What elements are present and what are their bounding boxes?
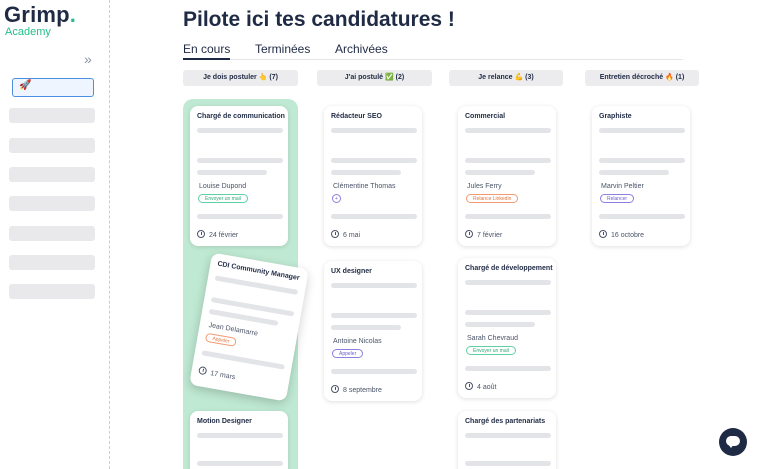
contact-name: Antoine Nicolas — [333, 338, 382, 345]
placeholder-line — [465, 128, 551, 133]
chat-bubble-icon[interactable] — [719, 428, 747, 456]
deadline: 8 septembre — [331, 385, 382, 394]
card-title: Chargé des partenariats — [465, 418, 546, 425]
contact-name: Sarah Chevraud — [467, 335, 518, 342]
placeholder-line — [197, 461, 283, 466]
placeholder-line — [465, 310, 551, 315]
application-card[interactable]: Graphiste Marvin Peltier Relancer 16 oct… — [592, 106, 690, 246]
action-tag[interactable]: Relancer — [600, 194, 635, 203]
contact-name: Louise Dupond — [199, 183, 247, 190]
rocket-icon: 🚀 — [19, 80, 32, 91]
application-card[interactable]: Commercial Jules Ferry Relance Linkedin … — [458, 106, 556, 246]
double-chevron-right-icon[interactable]: » — [84, 52, 92, 66]
sidebar-item-placeholder[interactable] — [9, 284, 95, 299]
brand-sub: Academy — [5, 26, 51, 38]
sidebar-item-placeholder[interactable] — [9, 255, 95, 270]
add-action-button[interactable]: + — [332, 194, 341, 203]
sidebar-item-placeholder[interactable] — [9, 167, 95, 182]
sidebar-item-applications[interactable]: 🚀 — [12, 78, 94, 97]
clock-icon — [198, 365, 208, 376]
placeholder-line — [465, 170, 535, 175]
placeholder-line — [465, 366, 551, 371]
placeholder-line — [465, 158, 551, 163]
application-card[interactable]: Motion Designer — [190, 411, 288, 469]
clock-icon — [465, 230, 473, 238]
card-title: Commercial — [465, 113, 506, 120]
deadline: 24 février — [197, 230, 238, 239]
card-title: Chargé de communication — [197, 113, 285, 120]
tab-en-cours[interactable]: En cours — [183, 42, 231, 60]
action-tag[interactable]: Appeler — [204, 332, 238, 347]
deadline: 4 août — [465, 382, 496, 391]
placeholder-line — [197, 170, 267, 175]
placeholder-line — [331, 170, 401, 175]
placeholder-line — [331, 128, 417, 133]
placeholder-line — [331, 325, 401, 330]
placeholder-line — [465, 433, 551, 438]
deadline: 6 mai — [331, 230, 360, 239]
tab-bar: En cours Terminées Archivées — [183, 42, 683, 60]
deadline: 7 février — [465, 230, 502, 239]
action-tag[interactable]: Appeler — [332, 349, 364, 358]
card-title: Graphiste — [599, 113, 632, 120]
sidebar-item-placeholder[interactable] — [9, 226, 95, 241]
clock-icon — [331, 385, 339, 393]
placeholder-line — [465, 322, 535, 327]
placeholder-line — [331, 283, 417, 288]
action-tag[interactable]: Relance Linkedin — [466, 194, 519, 203]
app-root: Grimp. Academy » 🚀 Pilote ici tes candid… — [0, 0, 758, 469]
clock-icon — [465, 382, 473, 390]
column-header-follow-up[interactable]: Je relance 💪 (3) — [449, 70, 563, 86]
deadline: 17 mars — [198, 365, 236, 381]
column-header-interview[interactable]: Entretien décroché 🔥 (1) — [585, 70, 699, 86]
page-title: Pilote ici tes candidatures ! — [183, 8, 455, 31]
application-card[interactable]: Chargé de communication Louise Dupond En… — [190, 106, 288, 246]
action-tag[interactable]: Envoyer un mail — [198, 194, 248, 203]
contact-name: Clémentine Thomas — [333, 183, 396, 190]
application-card[interactable]: Chargé des partenariats — [458, 411, 556, 469]
placeholder-line — [465, 461, 551, 466]
placeholder-line — [197, 214, 283, 219]
application-card[interactable]: Rédacteur SEO Clémentine Thomas + 6 mai — [324, 106, 422, 246]
placeholder-line — [599, 158, 685, 163]
brand-logo[interactable]: Grimp. Academy — [4, 2, 77, 39]
placeholder-line — [331, 369, 417, 374]
placeholder-line — [197, 158, 283, 163]
tab-terminees[interactable]: Terminées — [255, 42, 310, 56]
clock-icon — [197, 230, 205, 238]
card-title: Chargé de développement — [465, 265, 553, 272]
sidebar: Grimp. Academy » 🚀 — [0, 0, 110, 469]
placeholder-line — [599, 170, 669, 175]
placeholder-line — [599, 128, 685, 133]
brand-name: Grimp. — [4, 2, 77, 27]
card-title: Rédacteur SEO — [331, 113, 382, 120]
clock-icon — [331, 230, 339, 238]
card-title: Motion Designer — [197, 418, 252, 425]
placeholder-line — [331, 313, 417, 318]
contact-name: Marvin Peltier — [601, 183, 644, 190]
deadline: 16 octobre — [599, 230, 644, 239]
card-title: UX designer — [331, 268, 372, 275]
sidebar-item-placeholder[interactable] — [9, 138, 95, 153]
tab-archivees[interactable]: Archivées — [335, 42, 388, 56]
placeholder-line — [331, 158, 417, 163]
placeholder-line — [599, 214, 685, 219]
clock-icon — [599, 230, 607, 238]
application-card[interactable]: Chargé de développement Sarah Chevraud E… — [458, 258, 556, 398]
placeholder-line — [201, 350, 285, 370]
sidebar-item-placeholder[interactable] — [9, 108, 95, 123]
action-tag[interactable]: Envoyer un mail — [466, 346, 516, 355]
column-header-applied[interactable]: J'ai postulé ✅ (2) — [317, 70, 432, 86]
application-card[interactable]: UX designer Antoine Nicolas Appeler 8 se… — [324, 261, 422, 401]
sidebar-item-placeholder[interactable] — [9, 196, 95, 211]
contact-name: Jules Ferry — [467, 183, 502, 190]
placeholder-line — [197, 433, 283, 438]
placeholder-line — [465, 280, 551, 285]
placeholder-line — [197, 128, 283, 133]
column-header-to-apply[interactable]: Je dois postuler 👆 (7) — [183, 70, 298, 86]
placeholder-line — [331, 214, 417, 219]
placeholder-line — [465, 214, 551, 219]
